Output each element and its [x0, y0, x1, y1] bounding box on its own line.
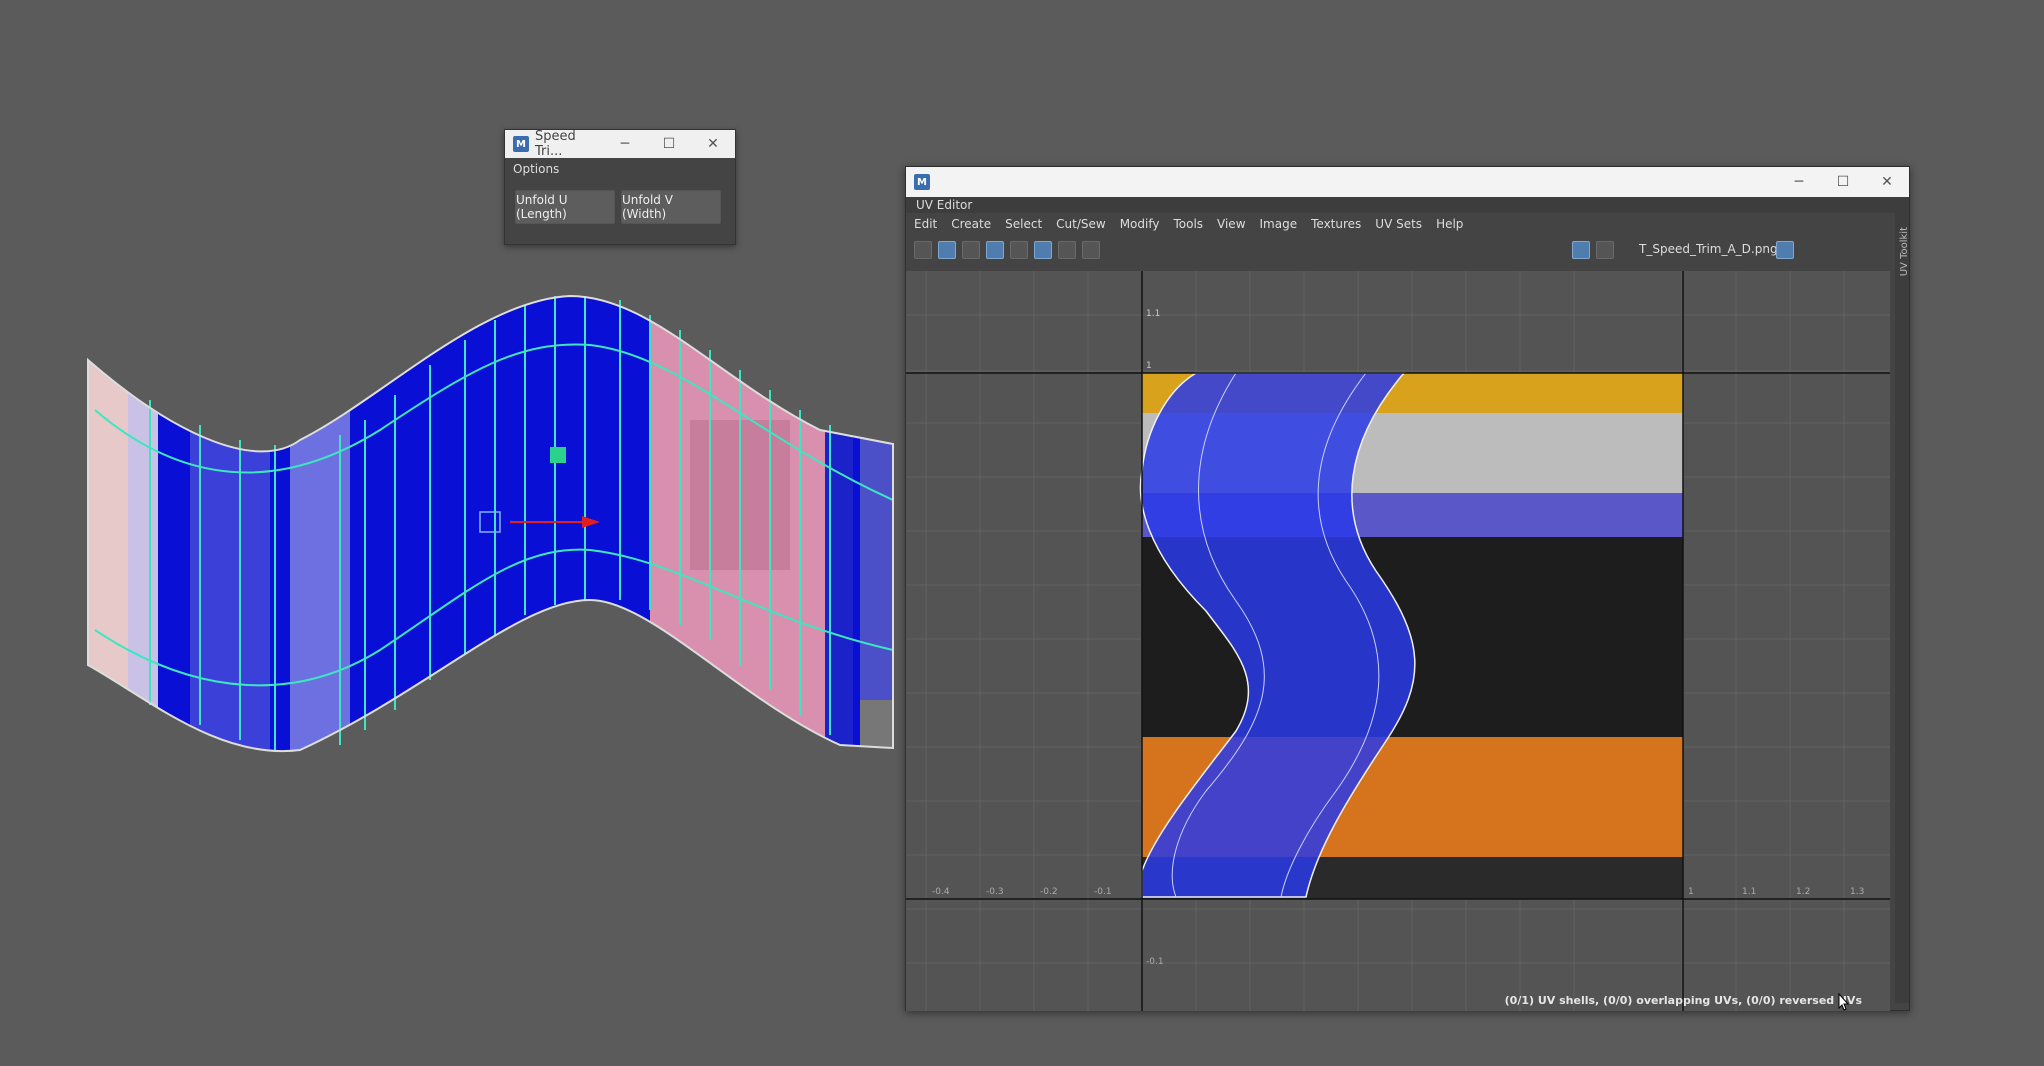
uv-editor-tab[interactable]: UV Editor: [906, 197, 1909, 213]
menu-cut-sew[interactable]: Cut/Sew: [1056, 217, 1106, 231]
menu-view[interactable]: View: [1217, 217, 1245, 231]
grid-toggle-icon[interactable]: [1034, 241, 1052, 259]
unfold-u-button[interactable]: Unfold U (Length): [515, 190, 615, 224]
speed-trim-window[interactable]: M Speed Tri... ─ ☐ ✕ Options Unfold U (L…: [504, 129, 736, 245]
uv-menubar: Edit Create Select Cut/Sew Modify Tools …: [906, 213, 1909, 235]
maximize-button[interactable]: ☐: [1821, 174, 1865, 190]
image-toggle-icon[interactable]: [1572, 241, 1590, 259]
menu-edit[interactable]: Edit: [914, 217, 937, 231]
maya-logo-icon: M: [914, 174, 930, 190]
axis-label-bottom-2: -0.3: [986, 887, 1004, 897]
uv-grid-svg: [906, 271, 1890, 1011]
axis-label-bottom-1: -0.4: [932, 887, 950, 897]
options-label: Options: [513, 162, 560, 176]
checker-icon[interactable]: [1596, 241, 1614, 259]
uv-toolkit-label: UV Toolkit: [1899, 227, 1910, 277]
close-button[interactable]: ✕: [1865, 174, 1909, 190]
menu-uv-sets[interactable]: UV Sets: [1375, 217, 1422, 231]
unfold-v-button[interactable]: Unfold V (Width): [621, 190, 721, 224]
pixel-snap-icon[interactable]: [1058, 241, 1076, 259]
maximize-button[interactable]: ☐: [647, 136, 691, 152]
uv-grid-icon[interactable]: [914, 241, 932, 259]
dim-image-icon[interactable]: [962, 241, 980, 259]
close-button[interactable]: ✕: [691, 136, 735, 152]
axis-label-bottom-8: 1.3: [1850, 887, 1865, 897]
minimize-button[interactable]: ─: [603, 136, 647, 152]
axis-label-bottom-7: 1.2: [1796, 887, 1811, 897]
exposure-icon[interactable]: [1776, 241, 1794, 259]
axis-label-top-2: 1: [1146, 361, 1152, 371]
uv-editor-titlebar[interactable]: M ─ ☐ ✕: [906, 167, 1909, 197]
axis-label-bottom-4: -0.1: [1094, 887, 1112, 897]
mouse-cursor-icon: [1838, 993, 1850, 1011]
minimize-button[interactable]: ─: [1777, 174, 1821, 190]
axis-label-bottom-3: -0.2: [1040, 887, 1058, 897]
uv-toolbar: T_Speed_Trim_A_D.png: [906, 235, 1909, 265]
snapshot-icon[interactable]: [1082, 241, 1100, 259]
texture-name[interactable]: T_Speed_Trim_A_D.png: [1639, 242, 1778, 256]
axis-label-lower: -0.1: [1146, 957, 1164, 967]
uv-toolkit-tab[interactable]: [1895, 213, 1909, 1003]
speed-trim-titlebar[interactable]: M Speed Tri... ─ ☐ ✕: [505, 129, 735, 159]
uv-status-text: (0/1) UV shells, (0/0) overlapping UVs, …: [1504, 994, 1862, 1007]
menu-image[interactable]: Image: [1260, 217, 1298, 231]
axis-label-top-1: 1.1: [1146, 309, 1161, 319]
mesh-surface: [88, 296, 893, 752]
menu-tools[interactable]: Tools: [1173, 217, 1203, 231]
menu-create[interactable]: Create: [951, 217, 991, 231]
image-display-icon[interactable]: [938, 241, 956, 259]
texture-borders-icon[interactable]: [1010, 241, 1028, 259]
uv-canvas[interactable]: 1.1 1 -0.4 -0.3 -0.2 -0.1 1 1.1 1.2 1.3 …: [906, 271, 1890, 1011]
menu-modify[interactable]: Modify: [1120, 217, 1160, 231]
axis-label-bottom-6: 1.1: [1742, 887, 1757, 897]
shaded-uv-icon[interactable]: [986, 241, 1004, 259]
axis-label-bottom-5: 1: [1688, 887, 1694, 897]
menu-help[interactable]: Help: [1436, 217, 1463, 231]
uv-editor-window[interactable]: M ─ ☐ ✕ UV Editor Edit Create Select Cut…: [905, 166, 1910, 1011]
maya-logo-icon: M: [513, 136, 529, 152]
menu-select[interactable]: Select: [1005, 217, 1042, 231]
menu-textures[interactable]: Textures: [1311, 217, 1361, 231]
speed-trim-title: Speed Tri...: [535, 129, 576, 159]
